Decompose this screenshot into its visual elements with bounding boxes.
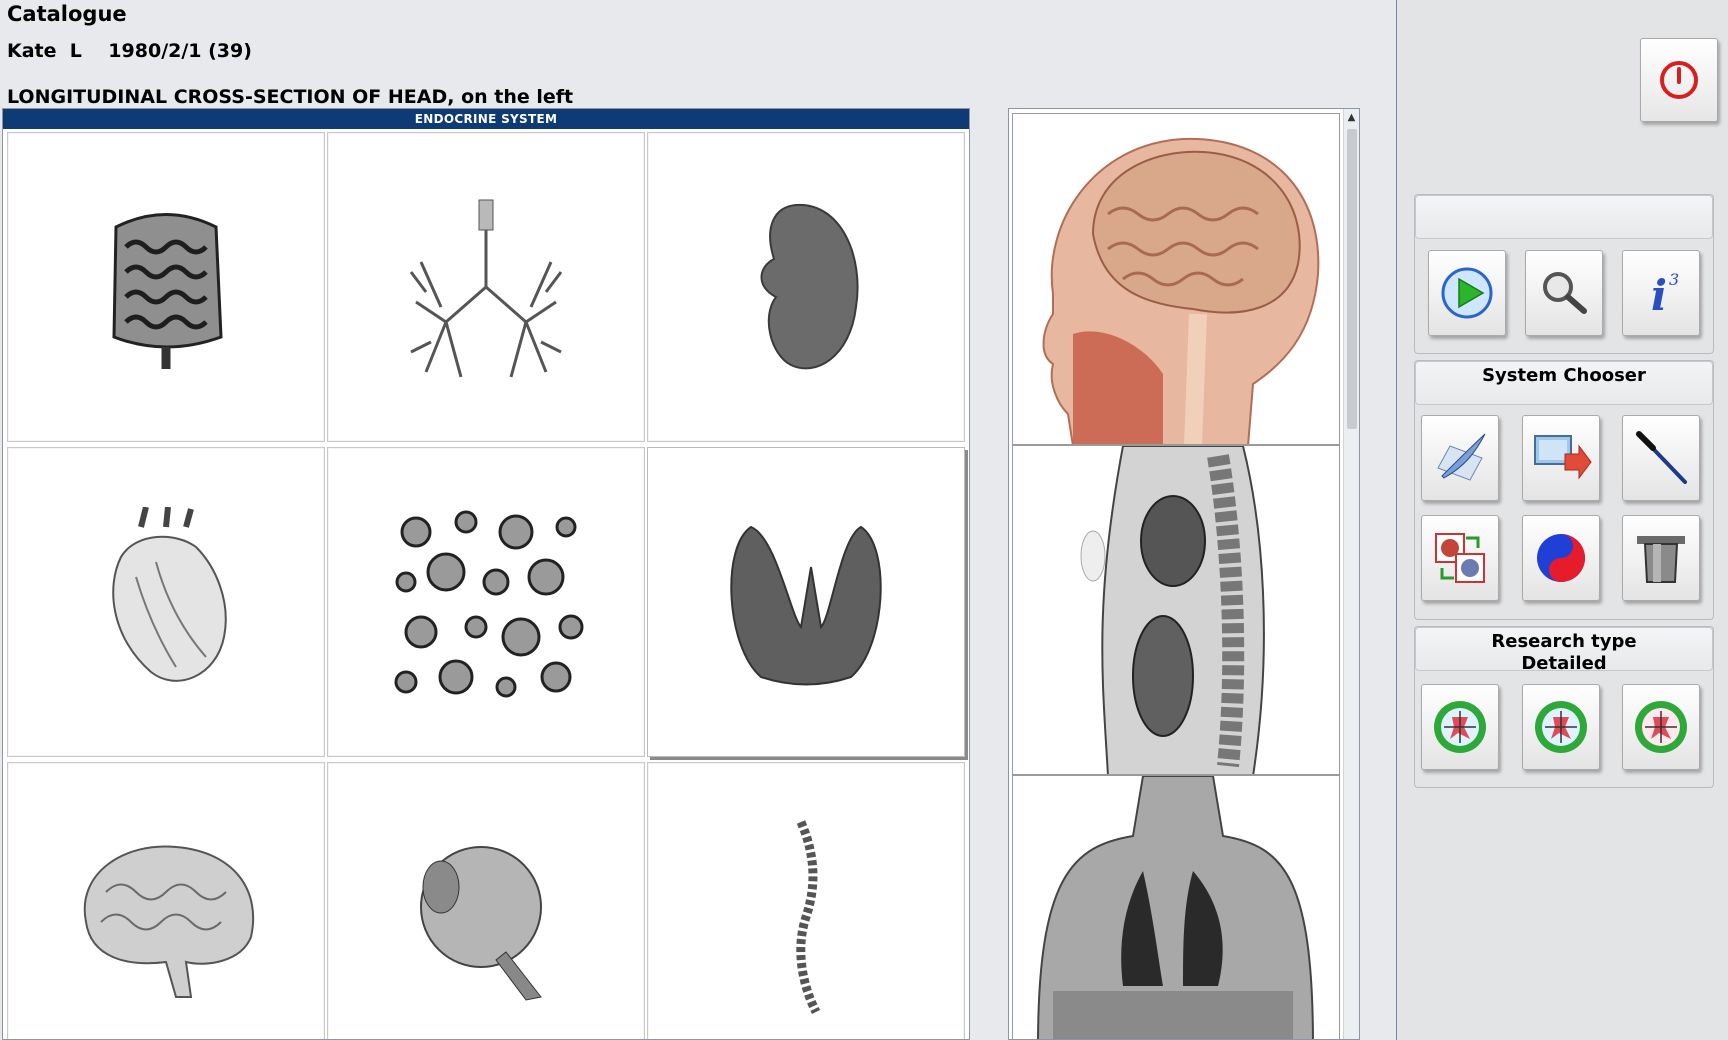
organ-tile-bronchial-tree[interactable]: [327, 132, 645, 442]
svg-text:3: 3: [1669, 270, 1679, 289]
research-type-title: Research type Detailed: [1415, 627, 1713, 674]
info-icon: i 3: [1651, 270, 1679, 320]
export-button[interactable]: [1522, 415, 1600, 501]
research-type-value: Detailed: [1521, 653, 1607, 674]
search-button[interactable]: [1525, 250, 1603, 336]
system-chooser-title: System Chooser: [1415, 361, 1713, 405]
bronchial-tree-icon: [409, 199, 563, 378]
probe-button[interactable]: [1622, 415, 1700, 501]
power-button[interactable]: [1640, 38, 1718, 122]
organ-tile-intestines[interactable]: [7, 132, 325, 442]
scan-torso-sagittal-section[interactable]: [1012, 445, 1340, 775]
quill-icon: [1437, 433, 1486, 481]
scan-scrollbar[interactable]: ▲: [1343, 109, 1359, 1039]
target-clock-icon: [1535, 701, 1587, 753]
scan-chest-coronal-section[interactable]: [1012, 775, 1340, 1039]
spine-icon: [796, 820, 821, 1015]
research-target-button-1[interactable]: [1421, 684, 1499, 770]
research-type-label: Research type: [1491, 631, 1637, 652]
monitor-export-icon: [1534, 435, 1592, 480]
organ-grid-panel: ENDOCRINE SYSTEM: [2, 108, 970, 1040]
play-button[interactable]: [1428, 250, 1506, 336]
brain-icon: [83, 845, 255, 998]
eyeball-icon: [420, 846, 542, 1001]
head-section-icon: [1013, 114, 1339, 444]
organ-tile-eyeball[interactable]: [327, 762, 645, 1039]
yin-yang-icon: [1537, 534, 1585, 582]
organ-tile-thyroid-gland[interactable]: [647, 447, 965, 757]
yin-yang-button[interactable]: [1522, 515, 1600, 601]
info-button[interactable]: i 3: [1622, 250, 1700, 336]
main-actions-title: [1415, 195, 1713, 239]
organ-swap-icon: [1435, 533, 1485, 583]
target-clock-icon: [1434, 701, 1486, 753]
target-clock-icon: [1635, 701, 1687, 753]
organ-tile-brain[interactable]: [7, 762, 325, 1039]
power-icon: [1660, 61, 1698, 99]
section-title: LONGITUDINAL CROSS-SECTION OF HEAD, on t…: [7, 86, 574, 108]
scroll-thumb[interactable]: [1347, 129, 1357, 429]
organ-tile-spine[interactable]: [647, 762, 965, 1039]
research-target-button-3[interactable]: [1622, 684, 1700, 770]
play-icon: [1441, 267, 1493, 319]
organ-tile-blood-cells[interactable]: [327, 447, 645, 757]
magnifier-icon: [1543, 272, 1587, 314]
pot-button[interactable]: [1622, 515, 1700, 601]
svg-text:i: i: [1651, 271, 1667, 320]
organ-tile-heart[interactable]: [7, 447, 325, 757]
scan-list-panel[interactable]: ▲: [1008, 108, 1360, 1040]
window-title: Catalogue: [7, 2, 127, 26]
chest-coronal-icon: [1013, 776, 1339, 1039]
torso-sagittal-icon: [1013, 446, 1339, 774]
thyroid-icon: [730, 525, 882, 686]
research-target-button-2[interactable]: [1522, 684, 1600, 770]
system-header: ENDOCRINE SYSTEM: [3, 109, 969, 129]
intestines-icon: [112, 213, 223, 369]
pot-icon: [1637, 536, 1685, 583]
scan-head-cross-section[interactable]: [1012, 113, 1340, 445]
kidney-icon: [760, 203, 859, 370]
scroll-up-icon[interactable]: ▲: [1344, 109, 1359, 127]
heart-icon: [112, 507, 227, 682]
notes-button[interactable]: [1421, 415, 1499, 501]
probe-icon: [1636, 431, 1687, 484]
organ-compare-button[interactable]: [1421, 515, 1499, 601]
blood-cells-icon: [394, 510, 584, 698]
patient-info: Kate L 1980/2/1 (39): [7, 40, 252, 62]
organ-tile-kidney[interactable]: [647, 132, 965, 442]
